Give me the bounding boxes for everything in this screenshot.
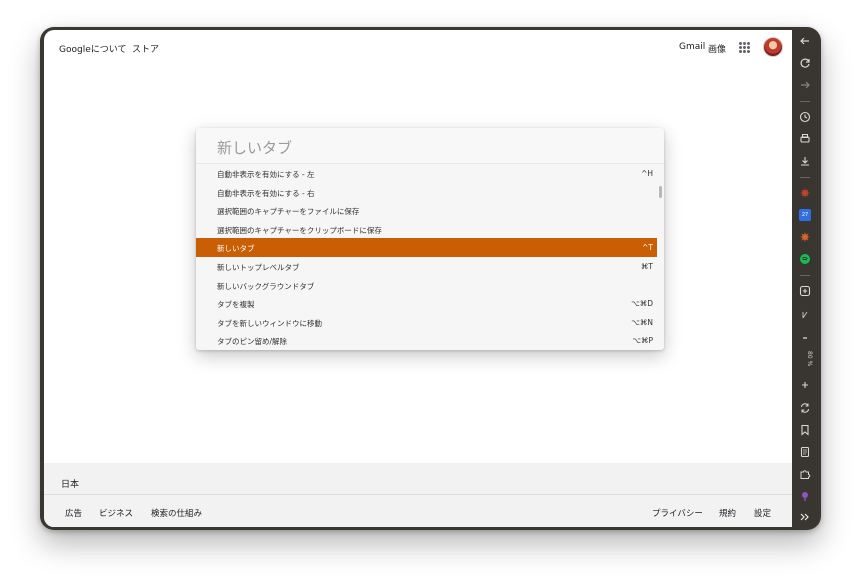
command-shortcut: ^T bbox=[642, 243, 653, 253]
command-shortcut: ⌥⌘N bbox=[631, 317, 653, 327]
bug-icon[interactable] bbox=[799, 187, 811, 199]
command-row[interactable]: 選択範囲のキャプチャーをファイルに保存 bbox=[196, 201, 657, 220]
images-link[interactable]: 画像 bbox=[708, 42, 726, 55]
browser-side-panel: 27 80 % bbox=[792, 30, 818, 527]
zoom-out-icon[interactable] bbox=[799, 332, 811, 344]
command-row[interactable]: 新しいバックグラウンドタブ bbox=[196, 276, 657, 295]
footer-link-how-search-works[interactable]: 検索の仕組み bbox=[151, 507, 202, 519]
forward-arrow-icon[interactable] bbox=[799, 79, 811, 91]
command-label: 自動非表示を有効にする - 右 bbox=[217, 188, 315, 198]
calendar-icon[interactable]: 27 bbox=[799, 209, 811, 221]
google-footer: 日本 広告 ビジネス 検索の仕組み プライバシー 規約 設定 bbox=[44, 463, 792, 527]
footer-link-business[interactable]: ビジネス bbox=[99, 507, 133, 519]
command-label: 選択範囲のキャプチャーをファイルに保存 bbox=[217, 207, 360, 217]
footer-link-ads[interactable]: 広告 bbox=[65, 507, 82, 519]
zoom-in-icon[interactable] bbox=[799, 379, 811, 391]
more-icon[interactable] bbox=[799, 511, 811, 523]
extensions-icon[interactable] bbox=[799, 468, 811, 480]
google-top-bar: Googleについて ストア Gmail 画像 bbox=[44, 30, 792, 64]
command-palette-input[interactable]: 新しいタブ bbox=[196, 128, 664, 164]
sidebar-divider bbox=[800, 275, 810, 276]
account-avatar[interactable] bbox=[763, 37, 783, 57]
command-shortcut: ⌥⌘P bbox=[632, 336, 653, 346]
spotify-icon[interactable] bbox=[799, 253, 811, 265]
google-apps-icon[interactable] bbox=[739, 42, 750, 53]
command-row[interactable]: タブを複製 ⌥⌘D bbox=[196, 294, 657, 313]
command-label: タブを新しいウィンドウに移動 bbox=[217, 318, 322, 328]
print-icon[interactable] bbox=[799, 133, 811, 145]
download-icon[interactable] bbox=[799, 155, 811, 167]
command-label: タブを複製 bbox=[217, 300, 255, 310]
footer-link-privacy[interactable]: プライバシー bbox=[652, 507, 703, 519]
command-shortcut: ^H bbox=[641, 169, 653, 178]
browser-window: Googleについて ストア Gmail 画像 新しいタブ 自動非表示を有効にす… bbox=[44, 30, 792, 527]
gmail-link[interactable]: Gmail bbox=[679, 42, 705, 52]
command-label: タブのピン留め/解除 bbox=[217, 337, 288, 347]
command-shortcut: ⌥⌘D bbox=[631, 299, 653, 309]
store-link[interactable]: ストア bbox=[132, 42, 159, 55]
sidebar-divider bbox=[800, 101, 810, 102]
command-label: 新しいタブ bbox=[217, 244, 255, 254]
add-panel-icon[interactable] bbox=[799, 285, 811, 297]
sync-icon[interactable] bbox=[799, 402, 811, 414]
footer-link-terms[interactable]: 規約 bbox=[719, 507, 736, 519]
command-list-scrollbar[interactable] bbox=[659, 186, 662, 198]
reload-icon[interactable] bbox=[799, 57, 811, 69]
command-label: 自動非表示を有効にする - 左 bbox=[217, 170, 315, 179]
bookmark-icon[interactable] bbox=[799, 424, 811, 436]
sidebar-divider bbox=[800, 177, 810, 178]
command-row[interactable]: 新しいトップレベルタブ ⌘T bbox=[196, 257, 657, 276]
command-label: 選択範囲のキャプチャーをクリップボードに保存 bbox=[217, 225, 382, 235]
command-row[interactable]: タブを新しいウィンドウに移動 ⌥⌘N bbox=[196, 313, 657, 332]
bug-icon[interactable] bbox=[799, 231, 811, 243]
footer-divider bbox=[44, 494, 792, 495]
footer-country: 日本 bbox=[61, 480, 80, 490]
command-label: 新しいバックグラウンドタブ bbox=[217, 281, 315, 291]
command-label: 新しいトップレベルタブ bbox=[217, 262, 300, 272]
zoom-level-readout[interactable]: 80 % bbox=[797, 350, 813, 368]
command-palette-list: 自動非表示を有効にする - 左 ^H 自動非表示を有効にする - 右 選択範囲のキ… bbox=[196, 164, 664, 350]
history-icon[interactable] bbox=[799, 111, 811, 123]
command-shortcut: ⌘T bbox=[640, 261, 653, 271]
command-row[interactable]: 選択範囲のキャプチャーをクリップボードに保存 bbox=[196, 220, 657, 239]
podcast-icon[interactable] bbox=[799, 490, 811, 502]
command-row[interactable]: タブのピン留め/解除 ⌥⌘P bbox=[196, 331, 657, 350]
footer-link-settings[interactable]: 設定 bbox=[754, 507, 771, 519]
translate-icon[interactable] bbox=[799, 309, 811, 321]
notes-icon[interactable] bbox=[799, 446, 811, 458]
back-arrow-icon[interactable] bbox=[799, 35, 811, 47]
about-google-link[interactable]: Googleについて bbox=[59, 42, 126, 55]
command-palette: 新しいタブ 自動非表示を有効にする - 左 ^H 自動非表示を有効にする - 右 … bbox=[196, 128, 664, 350]
command-row-selected[interactable]: 新しいタブ ^T bbox=[196, 238, 657, 257]
command-row[interactable]: 自動非表示を有効にする - 右 bbox=[196, 183, 657, 202]
command-row[interactable]: 自動非表示を有効にする - 左 ^H bbox=[196, 164, 657, 183]
